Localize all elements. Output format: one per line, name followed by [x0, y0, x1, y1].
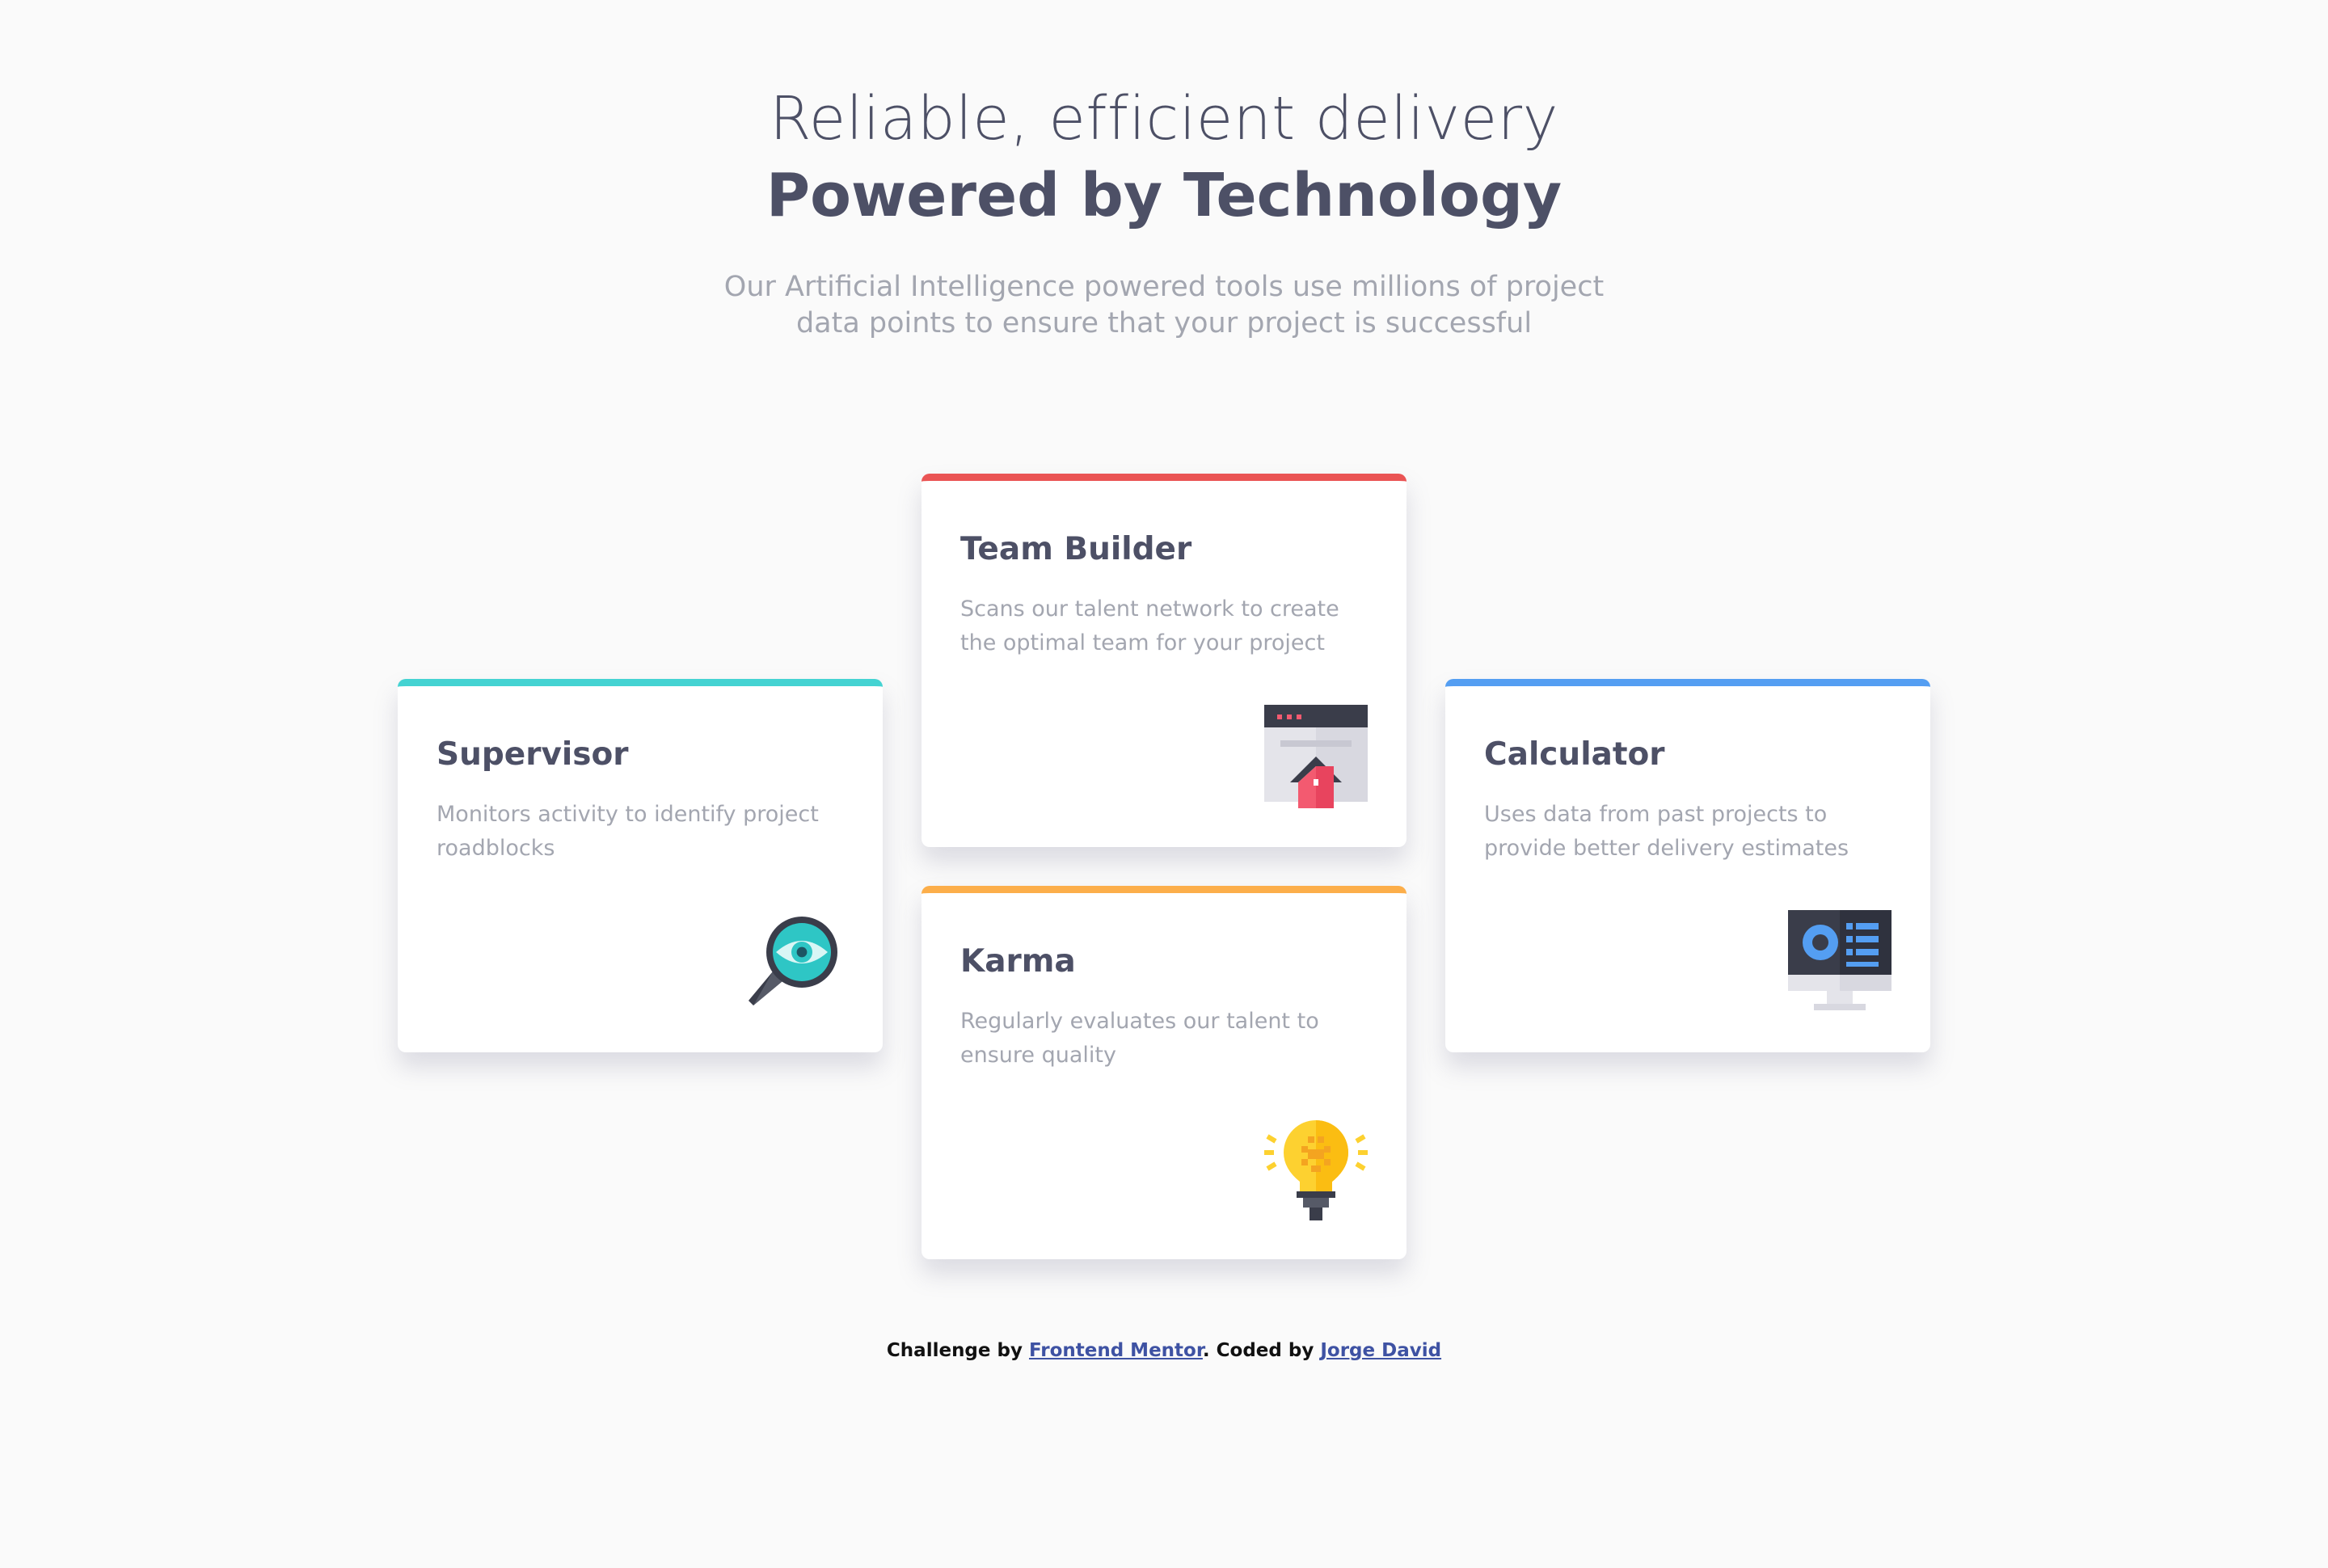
card-description: Monitors activity to identify project ro… [436, 802, 819, 861]
monitor-dashboard-icon [1788, 910, 1892, 1014]
card-title: Calculator [1484, 736, 1665, 773]
page: Reliable, efficient delivery Powered by … [0, 0, 2328, 1568]
card-title: Karma [960, 943, 1076, 980]
footer-middle: . Coded by [1202, 1340, 1321, 1361]
author-link[interactable]: Jorge David [1320, 1340, 1441, 1361]
card-title: Team Builder [960, 531, 1192, 567]
attribution-footer: Challenge by Frontend Mentor. Coded by J… [0, 1340, 2328, 1361]
card-description: Uses data from past projects to provide … [1484, 802, 1849, 861]
window-house-icon [1264, 705, 1368, 808]
card-description: Regularly evaluates our talent to ensure… [960, 1009, 1319, 1068]
intro-text: Our Artificial Intelligence powered tool… [723, 271, 1605, 340]
card-supervisor: Supervisor Monitors activity to identify… [398, 679, 883, 1052]
header: Reliable, efficient delivery Powered by … [0, 81, 2328, 342]
headline-bold: Powered by Technology [765, 160, 1563, 230]
lightbulb-icon [1264, 1117, 1368, 1220]
card-karma: Karma Regularly evaluates our talent to … [922, 886, 1406, 1259]
card-calculator: Calculator Uses data from past projects … [1445, 679, 1930, 1052]
card-description: Scans our talent network to create the o… [960, 596, 1339, 655]
headline-light: Reliable, efficient delivery [770, 84, 1558, 154]
card-title: Supervisor [436, 736, 629, 773]
card-team-builder: Team Builder Scans our talent network to… [922, 474, 1406, 847]
footer-prefix: Challenge by [886, 1340, 1029, 1361]
frontend-mentor-link[interactable]: Frontend Mentor [1029, 1340, 1203, 1361]
magnifier-eye-icon [740, 910, 844, 1014]
